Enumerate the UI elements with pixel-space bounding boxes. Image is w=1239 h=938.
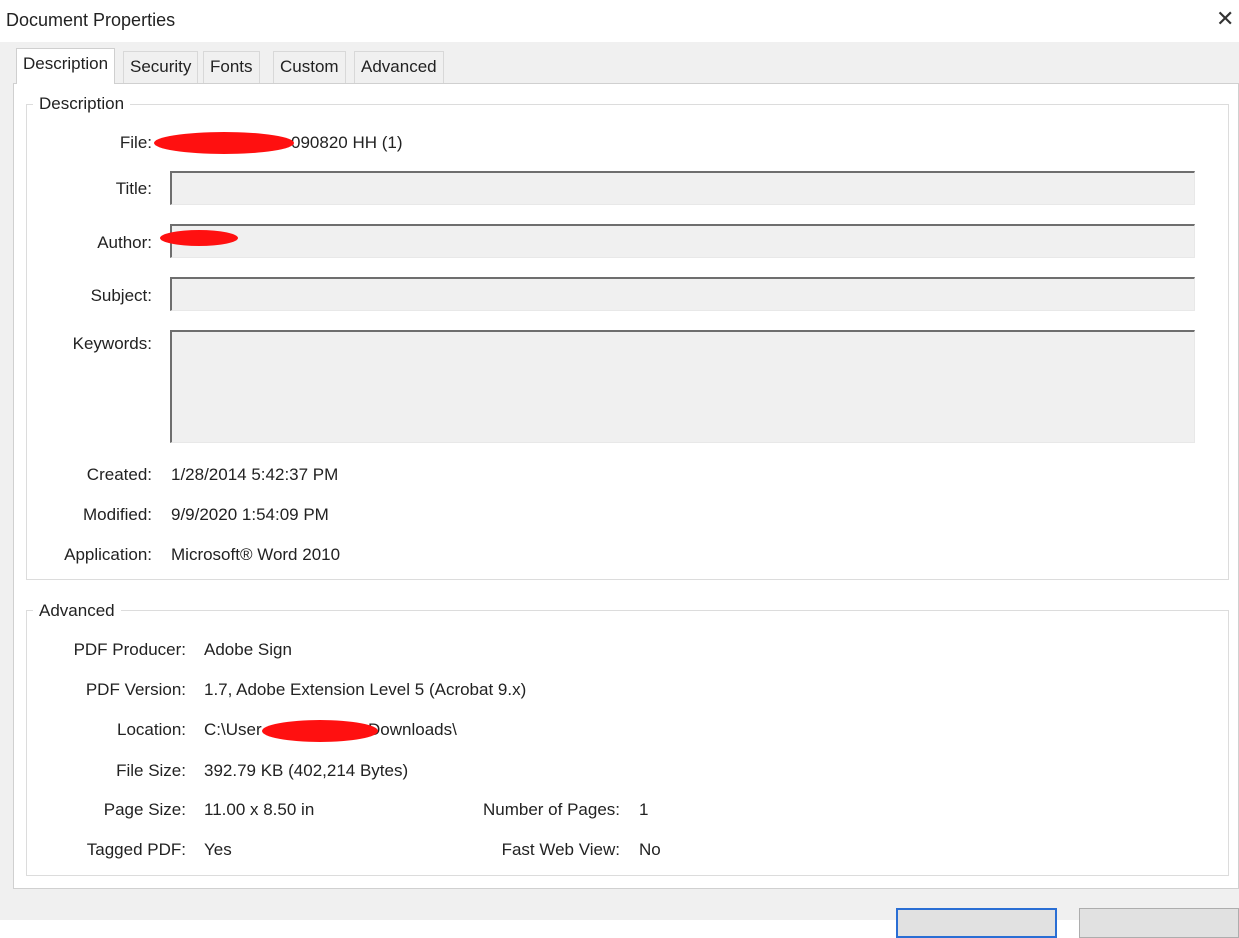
page-size-value: 11.00 x 8.50 in bbox=[204, 800, 315, 819]
fast-web-view-value: No bbox=[639, 840, 661, 859]
redaction-mark bbox=[154, 132, 294, 154]
tagged-pdf-label: Tagged PDF: bbox=[86, 840, 186, 859]
application-label: Application: bbox=[64, 545, 152, 564]
application-value: Microsoft® Word 2010 bbox=[171, 545, 341, 564]
file-label: File: bbox=[119, 133, 152, 152]
pdf-producer-value: Adobe Sign bbox=[204, 640, 292, 659]
ok-button[interactable] bbox=[896, 908, 1057, 938]
file-value: 090820 HH (1) bbox=[291, 133, 403, 152]
pdf-version-label: PDF Version: bbox=[85, 680, 186, 699]
redaction-mark bbox=[262, 720, 378, 742]
redaction-mark bbox=[160, 230, 238, 246]
location-prefix: C:\User bbox=[204, 720, 262, 739]
description-legend: Description bbox=[33, 94, 131, 114]
pdf-producer-label: PDF Producer: bbox=[73, 640, 186, 659]
title-field[interactable] bbox=[170, 171, 1195, 205]
tab-advanced[interactable]: Advanced bbox=[354, 51, 444, 83]
tab-fonts[interactable]: Fonts bbox=[203, 51, 260, 83]
pdf-version-value: 1.7, Adobe Extension Level 5 (Acrobat 9.… bbox=[204, 680, 527, 699]
subject-field[interactable] bbox=[170, 277, 1195, 311]
cancel-button[interactable] bbox=[1079, 908, 1239, 938]
file-size-label: File Size: bbox=[116, 761, 186, 780]
keywords-label: Keywords: bbox=[72, 334, 152, 353]
number-of-pages-value: 1 bbox=[639, 800, 649, 819]
number-of-pages-label: Number of Pages: bbox=[482, 800, 620, 819]
created-label: Created: bbox=[86, 465, 152, 484]
author-label: Author: bbox=[97, 233, 152, 252]
title-label: Title: bbox=[115, 179, 152, 198]
file-size-value: 392.79 KB (402,214 Bytes) bbox=[204, 761, 409, 780]
location-label: Location: bbox=[117, 720, 186, 739]
author-field[interactable] bbox=[170, 224, 1195, 258]
fast-web-view-label: Fast Web View: bbox=[501, 840, 620, 859]
tab-description[interactable]: Description bbox=[16, 48, 116, 84]
location-suffix: Downloads\ bbox=[368, 720, 457, 739]
tab-security[interactable]: Security bbox=[123, 51, 199, 83]
created-value: 1/28/2014 5:42:37 PM bbox=[171, 465, 339, 484]
page-size-label: Page Size: bbox=[103, 800, 186, 819]
advanced-legend: Advanced bbox=[33, 601, 121, 621]
modified-value: 9/9/2020 1:54:09 PM bbox=[171, 505, 329, 524]
subject-label: Subject: bbox=[90, 286, 152, 305]
tab-panel: Description File: 090820 HH (1) Title: A… bbox=[13, 83, 1239, 889]
title-bar: Document Properties ✕ bbox=[0, 0, 1239, 42]
close-icon[interactable]: ✕ bbox=[1216, 4, 1239, 34]
modified-label: Modified: bbox=[83, 505, 152, 524]
window-title: Document Properties bbox=[6, 10, 176, 30]
keywords-field[interactable] bbox=[170, 330, 1195, 443]
tagged-pdf-value: Yes bbox=[204, 840, 232, 859]
tab-custom[interactable]: Custom bbox=[273, 51, 346, 83]
